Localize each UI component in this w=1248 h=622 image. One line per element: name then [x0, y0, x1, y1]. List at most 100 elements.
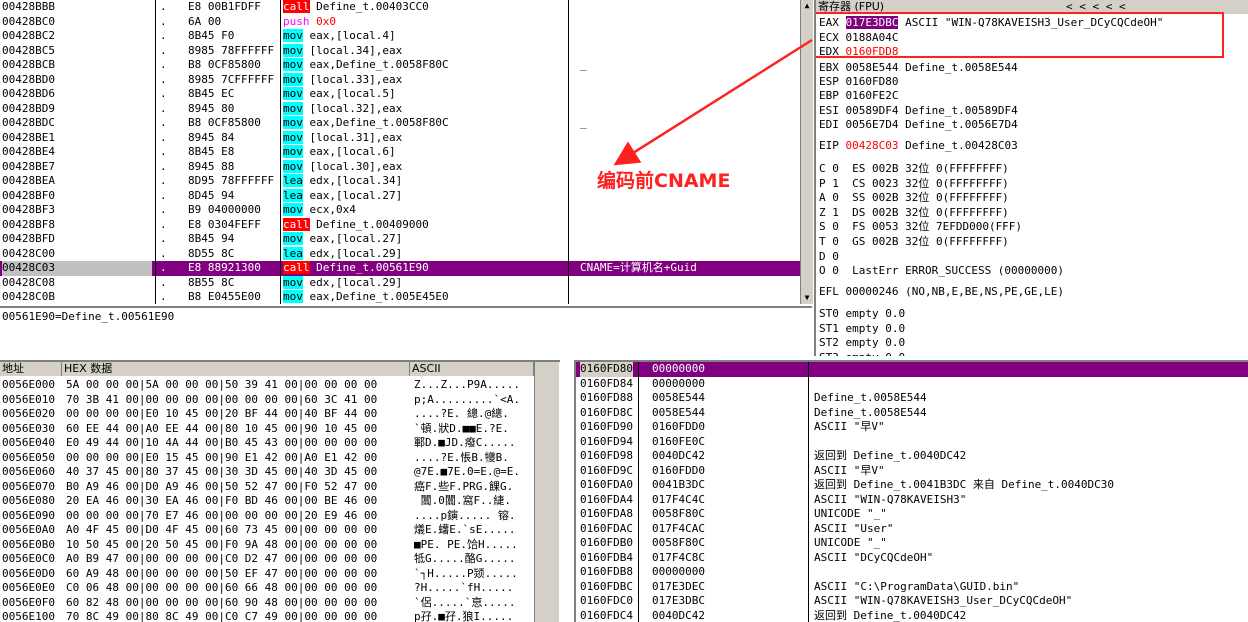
flag-row[interactable]: T 0 GS 002B 32位 0(FFFFFFFF): [819, 235, 1248, 250]
stack-row[interactable]: 0160FDB00058F80CUNICODE "_": [576, 536, 1248, 551]
dump-row[interactable]: 0056E0005A 00 00 00|5A 00 00 00|50 39 41…: [0, 378, 560, 393]
dump-header-hex[interactable]: HEX 数据: [62, 362, 410, 376]
dump-row[interactable]: 0056E0E0C0 06 48 00|00 00 00 00|60 66 48…: [0, 581, 560, 596]
stack-pane[interactable]: 0160FD80000000000160FD84000000000160FD88…: [574, 360, 1248, 622]
disasm-row[interactable]: 00428BFD.8B45 94mov eax,[local.27]: [0, 232, 800, 247]
disasm-jump-marker: .: [160, 276, 167, 291]
fpu-row[interactable]: ST0 empty 0.0: [819, 307, 1248, 322]
stack-row[interactable]: 0160FDA4017F4C4CASCII "WIN-Q78KAVEISH3": [576, 493, 1248, 508]
dump-row[interactable]: 0056E02000 00 00 00|E0 10 45 00|20 BF 44…: [0, 407, 560, 422]
disasm-row[interactable]: 00428C0B.B8 E0455E00mov eax,Define_t.005…: [0, 290, 800, 304]
stack-row[interactable]: 0160FD8C0058E544Define_t.0058E544: [576, 406, 1248, 421]
stack-row[interactable]: 0160FDA80058F80CUNICODE "_": [576, 507, 1248, 522]
register-row-eip[interactable]: EIP 00428C03 Define_t.00428C03: [819, 139, 1248, 154]
disasm-hex: 8D55 8C: [188, 247, 280, 262]
disasm-row[interactable]: 00428BC2.8B45 F0mov eax,[local.4]: [0, 29, 800, 44]
flag-row[interactable]: A 0 SS 002B 32位 0(FFFFFFFF): [819, 191, 1248, 206]
register-row-esi[interactable]: ESI 00589DF4 Define_t.00589DF4: [819, 104, 1248, 119]
dump-row[interactable]: 0056E05000 00 00 00|E0 15 45 00|90 E1 42…: [0, 451, 560, 466]
disasm-mnemonic: mov: [283, 276, 303, 289]
register-value[interactable]: 00589DF4: [846, 104, 899, 117]
stack-row[interactable]: 0160FD900160FDD0ASCII "早V": [576, 420, 1248, 435]
dump-ascii: `侶.....`恴.....: [414, 596, 534, 611]
disasm-row[interactable]: 00428C08.8B55 8Cmov edx,[local.29]: [0, 276, 800, 291]
dump-row[interactable]: 0056E0A0A0 4F 45 00|D0 4F 45 00|60 73 45…: [0, 523, 560, 538]
disasm-mnemonic: mov: [283, 58, 303, 71]
disasm-jump-marker: .: [160, 29, 167, 44]
stack-row[interactable]: 0160FDB800000000: [576, 565, 1248, 580]
stack-row[interactable]: 0160FD980040DC42返回到 Define_t.0040DC42: [576, 449, 1248, 464]
dump-address: 0056E010: [2, 393, 55, 408]
disasm-address: 00428BD9: [2, 102, 152, 117]
stack-row[interactable]: 0160FD8400000000: [576, 377, 1248, 392]
dump-row[interactable]: 0056E070B0 A9 46 00|D0 A9 46 00|50 52 47…: [0, 480, 560, 495]
disasm-row[interactable]: 00428BE4.8B45 E8mov eax,[local.6]: [0, 145, 800, 160]
stack-row[interactable]: 0160FD9C0160FDD0ASCII "早V": [576, 464, 1248, 479]
dump-row[interactable]: 0056E040E0 49 44 00|10 4A 44 00|B0 45 43…: [0, 436, 560, 451]
disasm-row[interactable]: 00428BDC.B8 0CF85800mov eax,Define_t.005…: [0, 116, 800, 131]
disasm-row[interactable]: 00428BC5.8985 78FFFFFFmov [local.34],eax: [0, 44, 800, 59]
dump-row[interactable]: 0056E0F060 82 48 00|00 00 00 00|60 90 48…: [0, 596, 560, 611]
dump-header-address[interactable]: 地址: [0, 362, 62, 376]
dump-scrollbar[interactable]: [534, 362, 559, 622]
disasm-row[interactable]: 00428BE1.8945 84mov [local.31],eax: [0, 131, 800, 146]
dump-row[interactable]: 0056E06040 37 45 00|80 37 45 00|30 3D 45…: [0, 465, 560, 480]
disasm-address: 00428BE1: [2, 131, 152, 146]
disasm-row[interactable]: 00428BD9.8945 80mov [local.32],eax: [0, 102, 800, 117]
disasm-address: 00428BFD: [2, 232, 152, 247]
disasm-row[interactable]: 00428C00.8D55 8Clea edx,[local.29]: [0, 247, 800, 262]
register-row-ebx[interactable]: EBX 0058E544 Define_t.0058E544: [819, 61, 1248, 76]
disasm-row[interactable]: 00428BF3.B9 04000000mov ecx,0x4: [0, 203, 800, 218]
dump-row[interactable]: 0056E08020 EA 46 00|30 EA 46 00|F0 BD 46…: [0, 494, 560, 509]
disasm-row[interactable]: 00428BF8.E8 0304FEFFcall Define_t.004090…: [0, 218, 800, 233]
efl-line[interactable]: EFL 00000246 (NO,NB,E,BE,NS,PE,GE,LE): [819, 285, 1248, 300]
dump-row[interactable]: 0056E10070 8C 49 00|80 8C 49 00|C0 C7 49…: [0, 610, 560, 622]
stack-row[interactable]: 0160FDBC017E3DECASCII "C:\ProgramData\GU…: [576, 580, 1248, 595]
dump-row[interactable]: 0056E0B010 50 45 00|20 50 45 00|F0 9A 48…: [0, 538, 560, 553]
register-value[interactable]: 0058E544: [846, 61, 899, 74]
fpu-row[interactable]: ST2 empty 0.0: [819, 336, 1248, 351]
flag-row[interactable]: S 0 FS 0053 32位 7EFDD000(FFF): [819, 220, 1248, 235]
stack-row[interactable]: 0160FDB4017F4C8CASCII "DCyCQCdeOH": [576, 551, 1248, 566]
flag-row[interactable]: P 1 CS 0023 32位 0(FFFFFFFF): [819, 177, 1248, 192]
register-row-edi[interactable]: EDI 0056E7D4 Define_t.0056E7D4: [819, 118, 1248, 133]
disasm-row[interactable]: 00428BBB.E8 00B1FDFFcall Define_t.00403C…: [0, 0, 800, 15]
register-row-esp[interactable]: ESP 0160FD80: [819, 75, 1248, 90]
flag-row[interactable]: Z 1 DS 002B 32位 0(FFFFFFFF): [819, 206, 1248, 221]
dump-header-ascii[interactable]: ASCII: [410, 362, 534, 376]
register-value[interactable]: 0056E7D4: [846, 118, 899, 131]
dump-row[interactable]: 0056E01070 3B 41 00|00 00 00 00|00 00 00…: [0, 393, 560, 408]
stack-row[interactable]: 0160FD880058E544Define_t.0058E544: [576, 391, 1248, 406]
dump-row[interactable]: 0056E0D060 A9 48 00|00 00 00 00|50 EF 47…: [0, 567, 560, 582]
flag-row[interactable]: D 0: [819, 250, 1248, 265]
register-value[interactable]: 0160FE2C: [846, 89, 899, 102]
dump-row[interactable]: 0056E03060 EE 44 00|A0 EE 44 00|80 10 45…: [0, 422, 560, 437]
register-value[interactable]: 0160FD80: [846, 75, 899, 88]
disasm-row[interactable]: 00428BD0.8985 7CFFFFFFmov [local.33],eax: [0, 73, 800, 88]
flag-row[interactable]: C 0 ES 002B 32位 0(FFFFFFFF): [819, 162, 1248, 177]
registers-pane[interactable]: 寄存器 (FPU) < < < < < EAX 017E3DBC ASCII "…: [814, 0, 1248, 356]
memory-dump-pane[interactable]: 地址 HEX 数据 ASCII 0056E0005A 00 00 00|5A 0…: [0, 360, 560, 622]
scroll-up-arrow-icon[interactable]: ▲: [801, 0, 813, 12]
disasm-row[interactable]: 00428BD6.8B45 ECmov eax,[local.5]: [0, 87, 800, 102]
fpu-row[interactable]: ST3 empty 0.0: [819, 351, 1248, 356]
stack-row[interactable]: 0160FD8000000000: [576, 362, 1248, 377]
stack-row[interactable]: 0160FDAC017F4CACASCII "User": [576, 522, 1248, 537]
stack-row[interactable]: 0160FD940160FE0C: [576, 435, 1248, 450]
dump-address: 0056E040: [2, 436, 55, 451]
dump-row[interactable]: 0056E0C0A0 B9 47 00|00 00 00 00|C0 D2 47…: [0, 552, 560, 567]
disasm-row[interactable]: 00428BC0.6A 00push 0x0: [0, 15, 800, 30]
dump-row[interactable]: 0056E09000 00 00 00|70 E7 46 00|00 00 00…: [0, 509, 560, 524]
scroll-down-arrow-icon[interactable]: ▼: [801, 292, 813, 304]
flag-row[interactable]: O 0 LastErr ERROR_SUCCESS (00000000): [819, 264, 1248, 279]
stack-value: 017E3DEC: [638, 580, 808, 595]
disasm-row[interactable]: 00428BCB.B8 0CF85800mov eax,Define_t.005…: [0, 58, 800, 73]
disassembly-pane[interactable]: 00428BBB.E8 00B1FDFFcall Define_t.00403C…: [0, 0, 800, 304]
disasm-row[interactable]: 00428C03.E8 88921300call Define_t.00561E…: [0, 261, 800, 276]
register-row-ebp[interactable]: EBP 0160FE2C: [819, 89, 1248, 104]
stack-row[interactable]: 0160FDC0017E3DBCASCII "WIN-Q78KAVEISH3_U…: [576, 594, 1248, 609]
disassembly-scrollbar[interactable]: ▲ ▼: [800, 0, 813, 304]
fpu-row[interactable]: ST1 empty 0.0: [819, 322, 1248, 337]
register-value[interactable]: 00428C03: [846, 139, 899, 152]
stack-row[interactable]: 0160FDA00041B3DC返回到 Define_t.0041B3DC 来自…: [576, 478, 1248, 493]
